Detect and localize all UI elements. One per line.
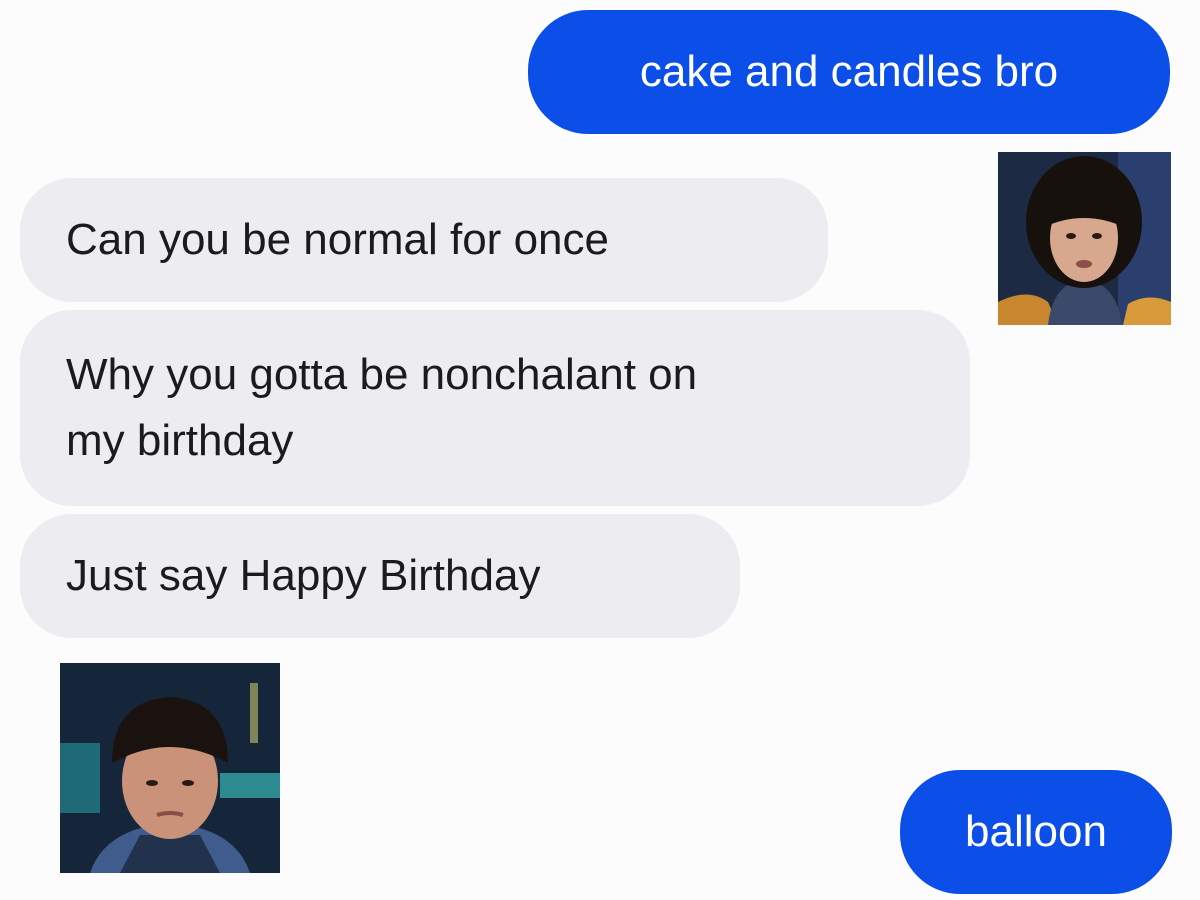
person-photo-icon xyxy=(60,663,280,873)
message-text: cake and candles bro xyxy=(639,47,1059,96)
reaction-photo-sad xyxy=(60,663,280,873)
message-text: balloon xyxy=(965,807,1107,856)
received-message-bubble[interactable]: Can you be normal for once xyxy=(20,178,828,302)
sent-message-bubble[interactable]: balloon xyxy=(900,770,1172,894)
message-text: Just say Happy Birthday xyxy=(66,551,541,600)
sent-message-bubble[interactable]: cake and candles bro xyxy=(528,10,1170,134)
message-line: my birthday xyxy=(66,416,294,465)
person-photo-icon xyxy=(998,152,1171,325)
received-message-bubble[interactable]: Why you gotta be nonchalant on my birthd… xyxy=(20,310,970,506)
received-message-bubble[interactable]: Just say Happy Birthday xyxy=(20,514,740,638)
reaction-photo-shocked xyxy=(998,152,1171,325)
message-line: Why you gotta be nonchalant on xyxy=(66,350,698,399)
message-text: Why you gotta be nonchalant on my birthd… xyxy=(66,342,697,474)
message-text: Can you be normal for once xyxy=(66,215,609,264)
